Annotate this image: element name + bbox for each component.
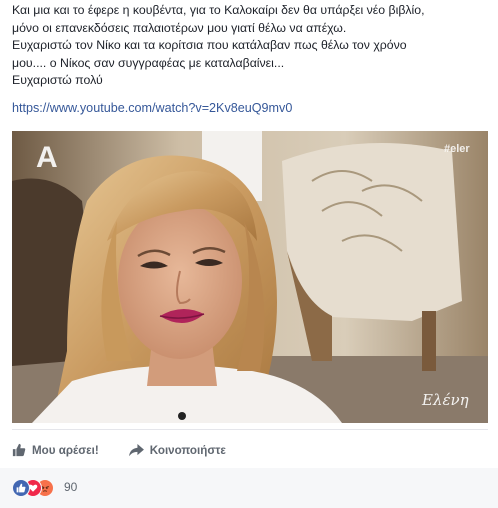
post-text-line: μόνο οι επανεκδόσεις παλαιοτέρων μου για… bbox=[12, 20, 347, 35]
share-label: Κοινοποιήστε bbox=[149, 443, 226, 457]
like-button[interactable]: Μου αρέσει! bbox=[12, 443, 99, 457]
hashtag-overlay: #eler bbox=[444, 143, 470, 155]
thumbs-up-icon bbox=[12, 443, 26, 457]
post-actions: Μου αρέσει! Κοινοποιήστε bbox=[12, 439, 256, 461]
video-frame: A #eler Ελένη bbox=[12, 131, 488, 423]
post-text-line: Ευχαριστώ πολύ bbox=[12, 73, 103, 88]
divider bbox=[12, 429, 488, 430]
post-text-line: Ευχαριστώ τον Νίκο και τα κορίτσια που κ… bbox=[12, 38, 407, 53]
post-text-line: Και μια και το έφερε η κουβέντα, για το … bbox=[12, 3, 425, 17]
reactions-bar: 90 bbox=[0, 468, 498, 508]
share-arrow-icon bbox=[128, 443, 144, 456]
video-thumbnail[interactable]: A #eler Ελένη bbox=[12, 131, 488, 423]
share-button[interactable]: Κοινοποιήστε bbox=[128, 443, 226, 457]
post-text-line: μου.... ο Νίκος σαν συγγραφέας με καταλα… bbox=[12, 55, 285, 70]
like-label: Μου αρέσει! bbox=[32, 443, 99, 457]
youtube-link[interactable]: https://www.youtube.com/watch?v=2Kv8euQ9… bbox=[12, 101, 292, 115]
post-text: Και μια και το έφερε η κουβέντα, για το … bbox=[12, 2, 494, 90]
show-watermark: Ελένη bbox=[421, 391, 469, 409]
like-icon bbox=[12, 479, 30, 497]
reaction-count[interactable]: 90 bbox=[64, 480, 77, 494]
channel-logo: A bbox=[36, 141, 58, 174]
reaction-icons[interactable] bbox=[12, 479, 60, 497]
